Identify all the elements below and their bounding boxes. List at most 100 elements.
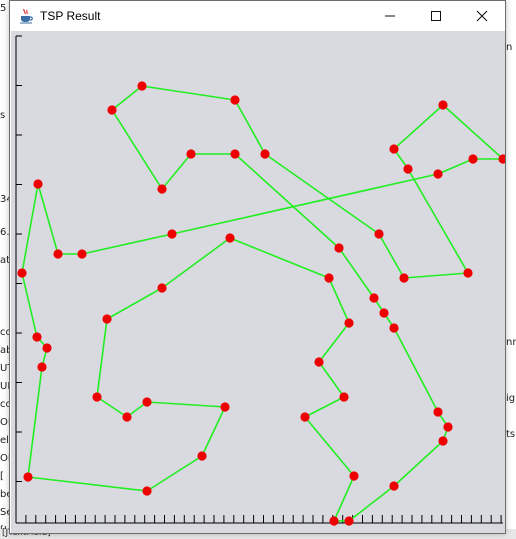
maximize-button[interactable] — [413, 1, 459, 31]
minimize-button[interactable] — [367, 1, 413, 31]
city-point — [389, 144, 399, 154]
route-segment — [229, 237, 330, 279]
city-point — [230, 95, 240, 105]
city-point — [369, 293, 379, 303]
route-segment — [161, 237, 231, 289]
city-point — [438, 436, 448, 446]
background-text: s — [0, 110, 6, 121]
plot-axes — [15, 35, 503, 524]
city-point — [142, 486, 152, 496]
city-point — [344, 516, 354, 526]
route-segment — [21, 183, 39, 274]
route-segment — [234, 153, 340, 249]
tsp-plot-canvas — [11, 31, 505, 533]
city-point — [17, 268, 27, 278]
route-segment — [96, 396, 128, 418]
city-point — [399, 273, 409, 283]
background-text: 5 — [0, 3, 7, 14]
route-segment — [234, 99, 266, 155]
route-segment — [27, 476, 148, 492]
route-segment — [333, 475, 355, 522]
city-point — [433, 407, 443, 417]
route-segment — [21, 272, 38, 338]
title-bar[interactable]: TSP Result — [10, 1, 505, 31]
city-point — [389, 481, 399, 491]
route-segment — [393, 440, 444, 487]
route-segment — [304, 416, 355, 477]
city-point — [389, 323, 399, 333]
city-point — [339, 392, 349, 402]
city-point — [197, 451, 207, 461]
city-point — [53, 249, 63, 259]
city-point — [186, 149, 196, 159]
background-text: [ — [0, 471, 4, 482]
city-point — [468, 154, 478, 164]
route-segment — [146, 455, 203, 492]
tsp-result-window: TSP Result — [9, 0, 506, 534]
city-point — [157, 283, 167, 293]
route-segment — [442, 104, 504, 160]
background-text: el — [0, 435, 9, 446]
city-point — [334, 243, 344, 253]
minimize-icon — [385, 15, 395, 17]
route-segment — [111, 85, 143, 111]
route-segment — [201, 406, 226, 457]
background-text: nn — [506, 337, 516, 348]
city-point — [374, 229, 384, 239]
route-segment — [96, 318, 108, 398]
route-segment — [318, 322, 350, 363]
city-point — [107, 105, 117, 115]
city-point — [443, 422, 453, 432]
route-segment — [407, 168, 469, 274]
city-point — [142, 397, 152, 407]
city-point — [344, 318, 354, 328]
city-point — [329, 516, 339, 526]
route-segment — [161, 153, 192, 190]
city-point — [225, 233, 235, 243]
city-point — [122, 412, 132, 422]
city-point — [349, 471, 359, 481]
route-segment — [393, 104, 444, 150]
close-icon — [476, 10, 488, 22]
city-point — [300, 412, 310, 422]
window-title: TSP Result — [40, 9, 101, 23]
route-segment — [403, 272, 469, 279]
route-segment — [106, 287, 163, 320]
city-point — [463, 268, 473, 278]
background-text: n — [506, 42, 513, 53]
city-point — [137, 81, 147, 91]
route-segment — [437, 158, 474, 175]
background-right-panel: n nn ig ts — [506, 0, 516, 539]
city-point — [92, 392, 102, 402]
city-point — [314, 357, 324, 367]
city-point — [324, 273, 334, 283]
city-point — [23, 472, 33, 482]
java-coffee-icon[interactable] — [18, 8, 34, 24]
route-segment — [304, 396, 345, 418]
route-segment — [338, 247, 375, 299]
route-segment — [141, 85, 236, 101]
route-segment — [146, 401, 226, 408]
city-point — [37, 362, 47, 372]
city-point — [77, 249, 87, 259]
city-point — [220, 402, 230, 412]
route-segment — [264, 153, 380, 235]
route-segment — [37, 183, 59, 255]
city-point — [32, 332, 42, 342]
route-segment — [348, 485, 395, 522]
city-point — [433, 169, 443, 179]
city-point — [33, 179, 43, 189]
city-point — [260, 149, 270, 159]
route-segment — [111, 109, 163, 190]
background-text: ts — [506, 429, 516, 440]
city-point — [102, 314, 112, 324]
city-point — [379, 308, 389, 318]
tsp-route-plot — [15, 35, 505, 526]
city-point — [157, 184, 167, 194]
route-segment — [378, 233, 405, 279]
route-segment — [27, 366, 43, 478]
city-point — [42, 343, 52, 353]
route-segment — [81, 233, 173, 255]
close-button[interactable] — [459, 1, 505, 31]
route-segment — [393, 327, 439, 413]
